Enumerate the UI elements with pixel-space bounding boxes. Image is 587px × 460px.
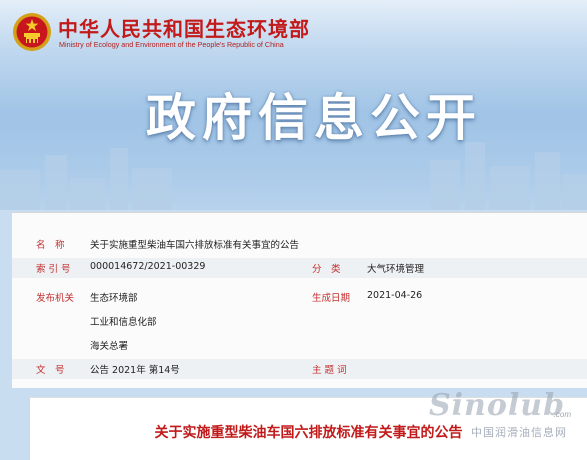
sinolub-watermark: Sinolub .com 中国润滑油信息网 [429,388,579,448]
index-label: 索 引 号 [36,264,71,275]
ministry-name-en: Ministry of Ecology and Environment of t… [59,40,284,49]
name-label: 名 称 [36,240,65,251]
issuer-value-1: 生态环境部 [90,293,138,304]
category-value: 大气环境管理 [367,264,425,275]
issuer-value-3: 海关总署 [90,341,129,352]
header-banner: 中华人民共和国生态环境部 Ministry of Ecology and Env… [0,0,587,210]
info-row-index: 索 引 号 000014672/2021-00329 分 类 大气环境管理 [12,258,587,278]
watermark-logo: Sinolub [429,388,566,423]
ministry-name-cn[interactable]: 中华人民共和国生态环境部 [58,13,310,42]
issuer-label: 发布机关 [36,293,75,304]
issuer-value-2: 工业和信息化部 [90,317,157,328]
national-emblem-icon[interactable] [12,12,52,52]
docno-value: 公告 2021年 第14号 [90,365,180,376]
docno-label: 文 号 [36,365,65,376]
info-row-issuer-2: 工业和信息化部 [12,311,587,331]
name-value: 关于实施重型柴油车国六排放标准有关事宜的公告 [90,240,300,251]
index-value: 000014672/2021-00329 [90,261,206,272]
document-info-table: 名 称 关于实施重型柴油车国六排放标准有关事宜的公告 索 引 号 0000146… [12,212,587,388]
date-value: 2021-04-26 [367,290,423,301]
date-label: 生成日期 [312,293,351,304]
watermark-url: .com [553,410,571,419]
info-row-issuer-3: 海关总署 [12,335,587,355]
keywords-label: 主 题 词 [312,365,347,376]
info-row-issuer: 发布机关 生态环境部 生成日期 2021-04-26 [12,287,587,307]
banner-title: 政府信息公开 [146,89,482,147]
info-row-docno: 文 号 公告 2021年 第14号 主 题 词 [12,359,587,379]
category-label: 分 类 [312,264,341,275]
info-row-name: 名 称 关于实施重型柴油车国六排放标准有关事宜的公告 [12,234,587,254]
watermark-site-name: 中国润滑油信息网 [471,426,567,439]
